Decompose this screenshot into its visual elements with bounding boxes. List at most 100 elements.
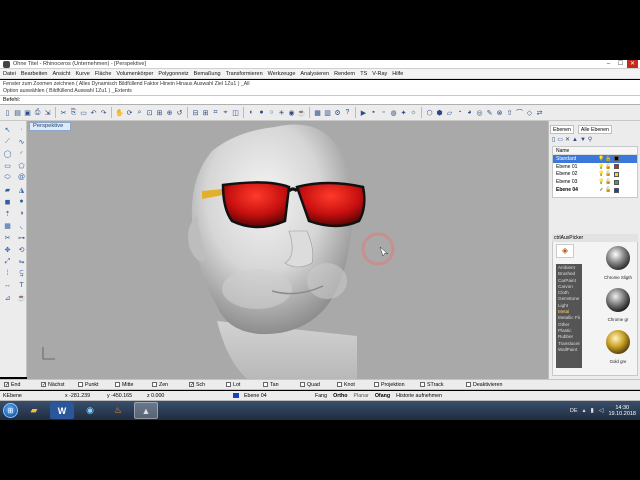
dimension-icon[interactable]: ↔ (1, 280, 14, 291)
ts-subd-icon[interactable]: ◇ (525, 107, 534, 118)
four-views-icon[interactable]: ⊞ (201, 107, 210, 118)
ts-convert-icon[interactable]: ⇄ (535, 107, 544, 118)
filter-icon[interactable]: ⚲ (588, 136, 592, 143)
cplane-icon[interactable]: ⌗ (211, 107, 220, 118)
word-taskbar-icon[interactable]: W (50, 402, 74, 419)
menu-werkzeuge[interactable]: Werkzeuge (268, 71, 296, 77)
toggle-fang[interactable]: Fang (312, 393, 330, 399)
lock-icon[interactable]: 🔓 (605, 187, 612, 193)
explorer-taskbar-icon[interactable]: ▰ (22, 402, 46, 419)
layer-color-swatch[interactable] (614, 164, 619, 170)
menu-bemassung[interactable]: Bemaßung (194, 71, 221, 77)
vray-light-icon[interactable]: ✦ (399, 107, 408, 118)
layer-icon[interactable]: ▦ (313, 107, 322, 118)
select-all-icon[interactable]: ◫ (231, 107, 240, 118)
snap-checkbox[interactable] (226, 382, 231, 387)
snap-naechst[interactable]: ✓ Nächst (41, 382, 78, 388)
zoom-window-icon[interactable]: ⊡ (145, 107, 154, 118)
lightbulb-icon[interactable]: 💡 (598, 164, 605, 170)
lightbulb-icon[interactable]: 💡 (598, 179, 605, 185)
lock-icon[interactable]: 🔓 (605, 164, 612, 170)
wireframe-icon[interactable]: ○ (267, 107, 276, 118)
move-icon[interactable]: ✥ (1, 244, 14, 255)
layer-row-ebene-02[interactable]: Ebene 02 💡 🔓 (553, 171, 637, 179)
move-down-icon[interactable]: ▼ (580, 137, 586, 143)
snap-lot[interactable]: Lot (226, 382, 263, 388)
ts-weld-icon[interactable]: ⊗ (495, 107, 504, 118)
lock-icon[interactable]: 🔓 (605, 171, 612, 177)
copy-icon[interactable]: ⎘ (69, 107, 78, 118)
render-icon[interactable]: ☕ (297, 107, 306, 118)
toggle-ortho[interactable]: Ortho (330, 393, 350, 399)
ts-mesh-icon[interactable]: ⬡ (425, 107, 434, 118)
undo-icon[interactable]: ↶ (89, 107, 98, 118)
surface-icon[interactable]: ▰ (1, 184, 14, 195)
material-thumbnail-gold[interactable]: Gold gre (601, 328, 635, 364)
cplane-readout[interactable]: KEbene (0, 393, 62, 399)
polyline-icon[interactable]: ⟋ (1, 136, 14, 147)
menu-analysieren[interactable]: Analysieren (300, 71, 329, 77)
layer-row-ebene-04[interactable]: Ebene 04 ✓ 🔓 (553, 186, 637, 194)
delete-layer-icon[interactable]: ✕ (565, 136, 570, 143)
snap-quad[interactable]: Quad (300, 382, 337, 388)
menu-volumenkoerper[interactable]: Volumenkörper (116, 71, 153, 77)
snap-deaktivieren[interactable]: Deaktivieren (466, 382, 516, 388)
menu-ansicht[interactable]: Ansicht (52, 71, 70, 77)
vray-sun-icon[interactable]: ☼ (409, 107, 418, 118)
snap-tan[interactable]: Tan (263, 382, 300, 388)
ts-torus-icon[interactable]: ◎ (475, 107, 484, 118)
paste-icon[interactable]: ▭ (79, 107, 88, 118)
layer-color-swatch[interactable] (614, 179, 619, 185)
ts-bridge-icon[interactable]: ⌒ (515, 107, 524, 118)
flame-app-taskbar-icon[interactable]: ♨ (106, 402, 130, 419)
ts-edit-icon[interactable]: ✎ (485, 107, 494, 118)
circle-icon[interactable]: ◯ (1, 148, 14, 159)
menu-flaeche[interactable]: Fläche (95, 71, 112, 77)
perspective-viewport[interactable] (27, 121, 548, 379)
zoom-icon[interactable]: ⌕ (135, 107, 144, 118)
snap-punkt[interactable]: Punkt (78, 382, 115, 388)
extrude-icon[interactable]: ⇡ (1, 208, 14, 219)
menu-bearbeiten[interactable]: Bearbeiten (21, 71, 48, 77)
analyze-icon[interactable]: ⊿ (1, 292, 14, 303)
ts-extrude-icon[interactable]: ⇧ (505, 107, 514, 118)
zoom-extents-icon[interactable]: ⊞ (155, 107, 164, 118)
select-arrow-icon[interactable]: ↖ (1, 124, 14, 135)
ts-sphere-icon[interactable]: ◔ (455, 107, 464, 118)
clock[interactable]: 14:30 19.10.2018 (608, 405, 636, 417)
ts-cylinder-icon[interactable]: ◕ (465, 107, 474, 118)
box-icon[interactable]: ◼ (1, 196, 14, 207)
print-icon[interactable]: ⎙ (33, 107, 42, 118)
snap-sch[interactable]: ✓ Sch (189, 382, 226, 388)
menu-rendern[interactable]: Rendern (334, 71, 355, 77)
network-icon[interactable]: ▮ (591, 407, 594, 414)
new-file-icon[interactable]: ▯ (3, 107, 12, 118)
snap-end[interactable]: ✓ End (4, 382, 41, 388)
lock-icon[interactable]: 🔓 (605, 179, 612, 185)
snap-checkbox[interactable] (115, 382, 120, 387)
snap-checkbox[interactable] (78, 382, 83, 387)
ellipse-icon[interactable]: ⬭ (1, 172, 14, 183)
snap-knot[interactable]: Knot (337, 382, 374, 388)
ts-box-icon[interactable]: ⬢ (435, 107, 444, 118)
browser-taskbar-icon[interactable]: ◉ (78, 402, 102, 419)
layer-color-swatch[interactable] (614, 187, 619, 193)
mesh-icon[interactable]: ▦ (1, 220, 14, 231)
undo-view-icon[interactable]: ↺ (175, 107, 184, 118)
layer-row-ebene-01[interactable]: Ebene 01 💡 🔓 (553, 163, 637, 171)
rectangle-icon[interactable]: ▭ (1, 160, 14, 171)
tray-arrow-icon[interactable]: ▴ (583, 407, 586, 414)
material-thumbnail-chrome-gr[interactable]: Chrome gr (601, 286, 635, 322)
volume-icon[interactable]: ◁ (599, 407, 604, 414)
vray-render-icon[interactable]: ▶ (359, 107, 368, 118)
list-item[interactable]: Gemstone (558, 296, 580, 302)
material-search-icon[interactable]: ◈ (556, 244, 574, 258)
layer-row-ebene-03[interactable]: Ebene 03 💡 🔓 (553, 178, 637, 186)
menu-datei[interactable]: Datei (3, 71, 16, 77)
lock-icon[interactable]: 🔓 (605, 156, 612, 162)
open-file-icon[interactable]: ▤ (13, 107, 22, 118)
move-up-icon[interactable]: ▲ (572, 137, 578, 143)
snap-checkbox[interactable] (263, 382, 268, 387)
tab-ebenen[interactable]: Ebenen (550, 125, 574, 134)
snap-checkbox[interactable] (300, 382, 305, 387)
